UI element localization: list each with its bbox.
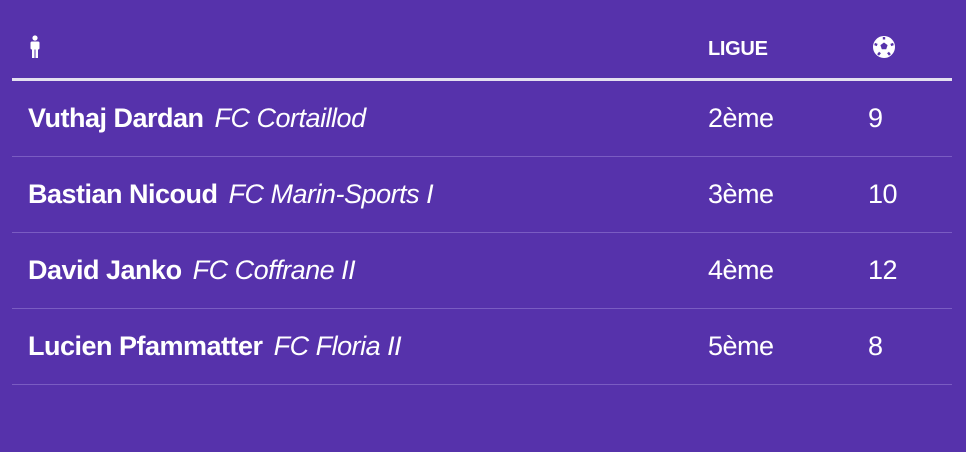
- player-cell: Lucien Pfammatter FC Floria II: [12, 331, 708, 362]
- player-name: Vuthaj Dardan: [28, 103, 204, 133]
- player-club: FC Floria II: [273, 331, 402, 361]
- scorers-table: LIGUE Vuthaj Dardan FC Cortaillod 2ème 9…: [12, 20, 952, 385]
- player-club: FC Marin-Sports I: [228, 179, 434, 209]
- table-row: Lucien Pfammatter FC Floria II 5ème 8: [12, 309, 952, 385]
- table-row: Bastian Nicoud FC Marin-Sports I 3ème 10: [12, 157, 952, 233]
- table-row: David Janko FC Coffrane II 4ème 12: [12, 233, 952, 309]
- league-cell: 2ème: [708, 103, 774, 133]
- header-player: [12, 34, 708, 64]
- soccer-ball-icon: [872, 35, 896, 59]
- player-cell: David Janko FC Coffrane II: [12, 255, 708, 286]
- goals-cell: 8: [868, 331, 883, 361]
- header-goals: [868, 35, 952, 64]
- player-cell: Vuthaj Dardan FC Cortaillod: [12, 103, 708, 134]
- league-cell: 3ème: [708, 179, 774, 209]
- player-club: FC Cortaillod: [214, 103, 367, 133]
- player-club: FC Coffrane II: [192, 255, 356, 285]
- player-name: Lucien Pfammatter: [28, 331, 263, 361]
- table-row: Vuthaj Dardan FC Cortaillod 2ème 9: [12, 81, 952, 157]
- person-icon: [28, 34, 42, 59]
- goals-cell: 9: [868, 103, 883, 133]
- player-name: Bastian Nicoud: [28, 179, 218, 209]
- player-name: David Janko: [28, 255, 182, 285]
- league-cell: 4ème: [708, 255, 774, 285]
- league-header-label: LIGUE: [708, 37, 768, 60]
- header-league: LIGUE: [708, 38, 868, 61]
- goals-cell: 12: [868, 255, 898, 285]
- player-cell: Bastian Nicoud FC Marin-Sports I: [12, 179, 708, 210]
- table-header: LIGUE: [12, 20, 952, 81]
- league-cell: 5ème: [708, 331, 774, 361]
- goals-cell: 10: [868, 179, 898, 209]
